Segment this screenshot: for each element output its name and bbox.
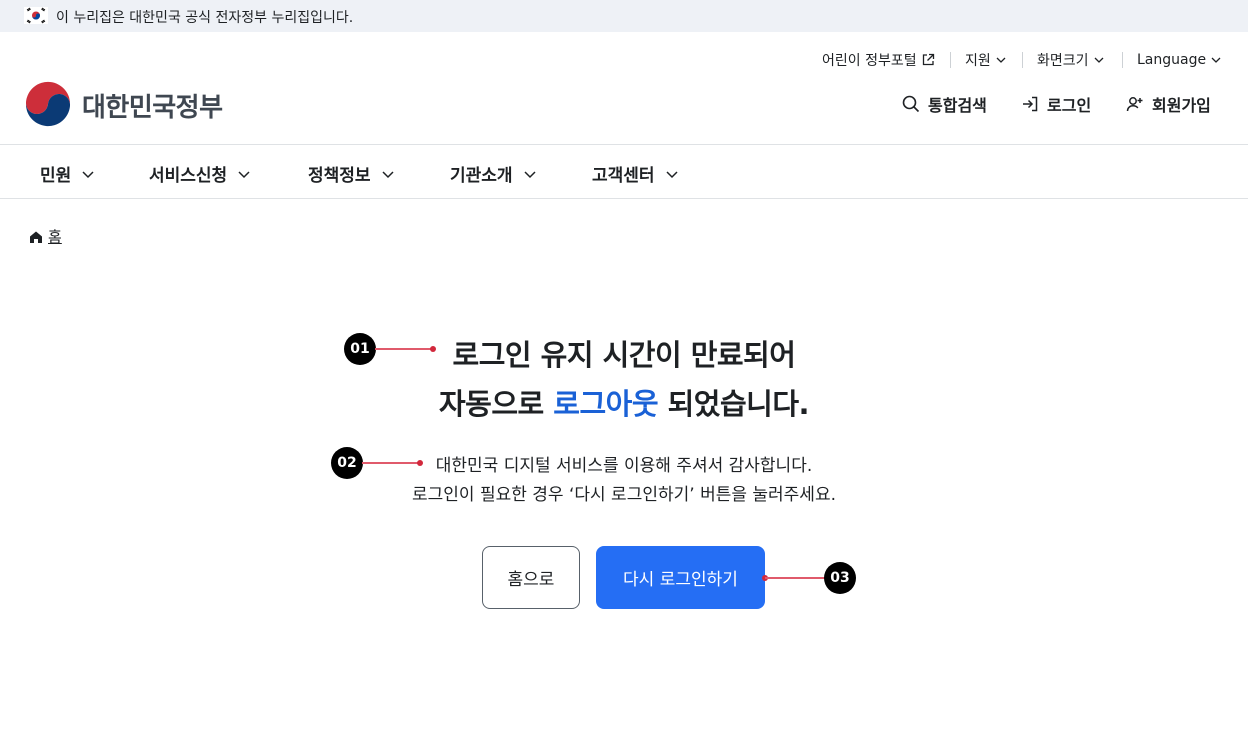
screen-size-label: 화면크기 xyxy=(1037,53,1089,69)
chevron-down-icon xyxy=(524,170,536,178)
annotation-line xyxy=(375,348,433,350)
chevron-down-icon xyxy=(238,170,250,178)
breadcrumb[interactable]: 홈 xyxy=(28,226,62,247)
relogin-button[interactable]: 다시 로그인하기 xyxy=(596,546,765,609)
utility-divider xyxy=(1022,52,1023,68)
kids-portal-label: 어린이 정부포털 xyxy=(822,53,917,69)
gnb-label: 서비스신청 xyxy=(149,166,228,186)
screen-size-menu[interactable]: 화면크기 xyxy=(1037,50,1105,70)
utility-divider xyxy=(1122,52,1123,68)
gnb-item-policy[interactable]: 정책정보 xyxy=(308,161,395,186)
chevron-down-icon xyxy=(382,170,394,178)
annotation-marker: 01 xyxy=(344,333,376,365)
gnb-label: 고객센터 xyxy=(592,166,655,186)
chevron-down-icon xyxy=(1211,57,1221,63)
gnb-item-customer[interactable]: 고객센터 xyxy=(592,161,679,186)
annotation-line xyxy=(362,462,420,464)
page-title-line1: 로그인 유지 시간이 만료되어 xyxy=(452,338,796,372)
breadcrumb-home-link[interactable]: 홈 xyxy=(48,226,62,247)
utility-divider xyxy=(950,52,951,68)
description-line2: 로그인이 필요한 경우 ‘다시 로그인하기’ 버튼을 눌러주세요. xyxy=(412,485,836,505)
title-text: 자동으로 xyxy=(438,387,554,421)
global-navigation: 민원 서비스신청 정책정보 기관소개 고객센터 xyxy=(0,144,1248,199)
home-button[interactable]: 홈으로 xyxy=(482,546,580,609)
add-user-icon xyxy=(1126,97,1143,112)
title-highlight: 로그아웃 xyxy=(553,387,659,421)
chevron-down-icon xyxy=(82,170,94,178)
annotation-marker: 03 xyxy=(824,562,856,594)
search-label: 통합검색 xyxy=(928,96,987,115)
signup-label: 회원가입 xyxy=(1152,96,1211,115)
annotation-dot xyxy=(417,460,423,466)
chevron-down-icon xyxy=(666,170,678,178)
support-label: 지원 xyxy=(965,53,991,69)
korean-flag-icon xyxy=(24,7,48,24)
gnb-label: 정책정보 xyxy=(308,166,371,186)
annotation-dot xyxy=(430,346,436,352)
page-title-line2: 자동으로 로그아웃 되었습니다. xyxy=(0,381,1248,423)
gnb-label: 기관소개 xyxy=(450,166,513,186)
support-menu[interactable]: 지원 xyxy=(965,50,1007,70)
official-banner: 이 누리집은 대한민국 공식 전자정부 누리집입니다. xyxy=(0,0,1248,32)
chevron-down-icon xyxy=(1094,57,1103,63)
language-menu[interactable]: Language xyxy=(1137,50,1222,70)
search-button[interactable]: 통합검색 xyxy=(902,92,987,116)
external-link-icon xyxy=(922,53,934,66)
logo-text[interactable]: 대한민국정부 xyxy=(82,87,223,124)
government-logo-icon[interactable] xyxy=(24,80,72,128)
signup-button[interactable]: 회원가입 xyxy=(1126,92,1211,116)
login-button[interactable]: 로그인 xyxy=(1021,92,1091,116)
annotation-marker: 02 xyxy=(331,447,363,479)
login-label: 로그인 xyxy=(1047,96,1092,115)
gnb-label: 민원 xyxy=(40,166,72,186)
description-line1: 대한민국 디지털 서비스를 이용해 주셔서 감사합니다. xyxy=(435,456,813,476)
login-icon xyxy=(1023,96,1038,112)
language-label: Language xyxy=(1137,52,1207,68)
title-text: 되었습니다. xyxy=(658,387,810,421)
home-icon xyxy=(30,231,42,243)
gnb-item-service[interactable]: 서비스신청 xyxy=(149,161,251,186)
banner-text: 이 누리집은 대한민국 공식 전자정부 누리집입니다. xyxy=(56,10,354,26)
gnb-item-civil[interactable]: 민원 xyxy=(40,161,95,186)
annotation-line xyxy=(765,577,825,579)
chevron-down-icon xyxy=(996,57,1006,63)
search-icon xyxy=(902,95,920,113)
gnb-item-agency[interactable]: 기관소개 xyxy=(450,161,537,186)
kids-portal-link[interactable]: 어린이 정부포털 xyxy=(822,50,935,70)
